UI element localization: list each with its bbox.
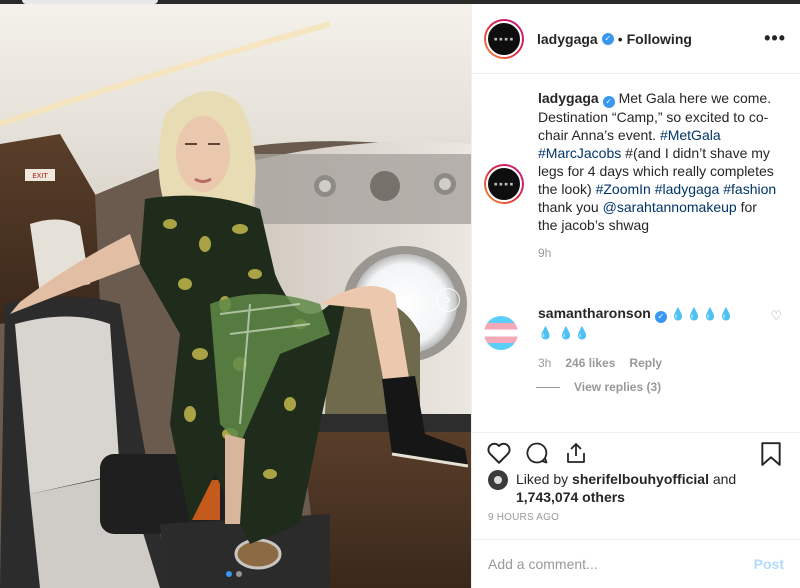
comments-section: ▪▪▪▪ ladygaga ✓ Met Gala here we come. De… [484, 89, 790, 394]
liked-by-prefix: Liked by [516, 471, 569, 487]
author-username[interactable]: ladygaga [537, 31, 598, 47]
verified-badge-icon: ✓ [602, 96, 615, 108]
hashtag-metgala[interactable]: #MetGala [660, 127, 721, 143]
likes-count[interactable]: 1,743,074 others [516, 489, 625, 505]
likes-text: Liked by sherifelbouhyofficial and 1,743… [516, 470, 756, 506]
post-actions-bar [472, 432, 800, 472]
comment-actions: 3h 246 likes Reply [538, 354, 743, 372]
carousel-dot [236, 571, 242, 577]
view-replies-label: View replies (3) [574, 380, 662, 394]
comment-like-heart-icon[interactable]: ♡ [770, 309, 782, 324]
liker-avatar[interactable] [488, 470, 508, 490]
hashtag-fashion[interactable]: #fashion [723, 181, 776, 197]
hashtag-zoomin[interactable]: #ZoomIn [596, 181, 651, 197]
share-icon[interactable] [564, 441, 588, 465]
post-side-panel: ▪▪▪▪ ladygaga ✓ • Following ••• ▪▪▪▪ lad… [471, 4, 800, 588]
comment-item: samantharonson ✓ 💧💧💧💧💧 💧💧 3h 246 likes Re… [484, 304, 790, 372]
caption-text-3: thank you [538, 199, 599, 215]
post-photo-illustration: EXIT [0, 4, 471, 588]
carousel-dot-active [226, 571, 232, 577]
comment-likes[interactable]: 246 likes [565, 354, 615, 372]
mention-link[interactable]: @sarahtannomakeup [603, 199, 737, 215]
verified-badge-icon: ✓ [654, 311, 667, 323]
replies-divider [536, 386, 560, 388]
avatar-logo: ▪▪▪▪ [493, 34, 515, 43]
caption-avatar[interactable]: ▪▪▪▪ [484, 164, 524, 204]
caption-username[interactable]: ladygaga [538, 90, 599, 106]
more-options-icon[interactable]: ••• [764, 28, 786, 49]
post-header: ▪▪▪▪ ladygaga ✓ • Following ••• [472, 4, 800, 74]
like-heart-icon[interactable] [486, 441, 512, 465]
caption-body: ladygaga ✓ Met Gala here we come. Destina… [538, 89, 778, 262]
post-timestamp[interactable]: 9 HOURS AGO [488, 512, 559, 523]
commenter-avatar[interactable] [484, 316, 518, 350]
likes-summary: Liked by sherifelbouhyofficial and 1,743… [488, 470, 756, 506]
hashtag-ladygaga[interactable]: #ladygaga [655, 181, 720, 197]
likes-conjunction: and [712, 471, 737, 487]
caption: ▪▪▪▪ ladygaga ✓ Met Gala here we come. De… [484, 89, 790, 262]
add-comment-bar: Post [472, 539, 800, 588]
verified-badge-icon: ✓ [601, 32, 614, 45]
save-bookmark-icon[interactable] [760, 441, 782, 467]
header-separator: • [617, 30, 623, 47]
instagram-post-modal: EXIT › ▪▪▪▪ ladygaga ✓ • Following ••• ▪… [0, 0, 800, 588]
comment-age[interactable]: 3h [538, 354, 551, 372]
post-comment-button[interactable]: Post [754, 556, 784, 572]
follow-status-button[interactable]: Following [627, 31, 692, 47]
comment-icon[interactable] [524, 441, 550, 465]
liker-username[interactable]: sherifelbouhyofficial [572, 471, 709, 487]
author-avatar[interactable]: ▪▪▪▪ [484, 18, 524, 59]
svg-text:EXIT: EXIT [32, 172, 48, 180]
chevron-right-icon: › [445, 292, 451, 308]
next-photo-button[interactable]: › [436, 288, 460, 312]
hashtag-marcjacobs[interactable]: #MarcJacobs [538, 145, 621, 161]
post-photo[interactable]: EXIT › [0, 4, 471, 588]
view-replies-button[interactable]: View replies (3) [536, 380, 661, 394]
avatar-logo: ▪▪▪▪ [493, 180, 515, 188]
reply-button[interactable]: Reply [629, 354, 662, 372]
add-comment-input[interactable] [488, 556, 754, 572]
caption-age[interactable]: 9h [538, 244, 778, 262]
commenter-username[interactable]: samantharonson [538, 305, 651, 321]
comment-body: samantharonson ✓ 💧💧💧💧💧 💧💧 3h 246 likes Re… [538, 304, 743, 372]
carousel-dots [226, 571, 242, 577]
